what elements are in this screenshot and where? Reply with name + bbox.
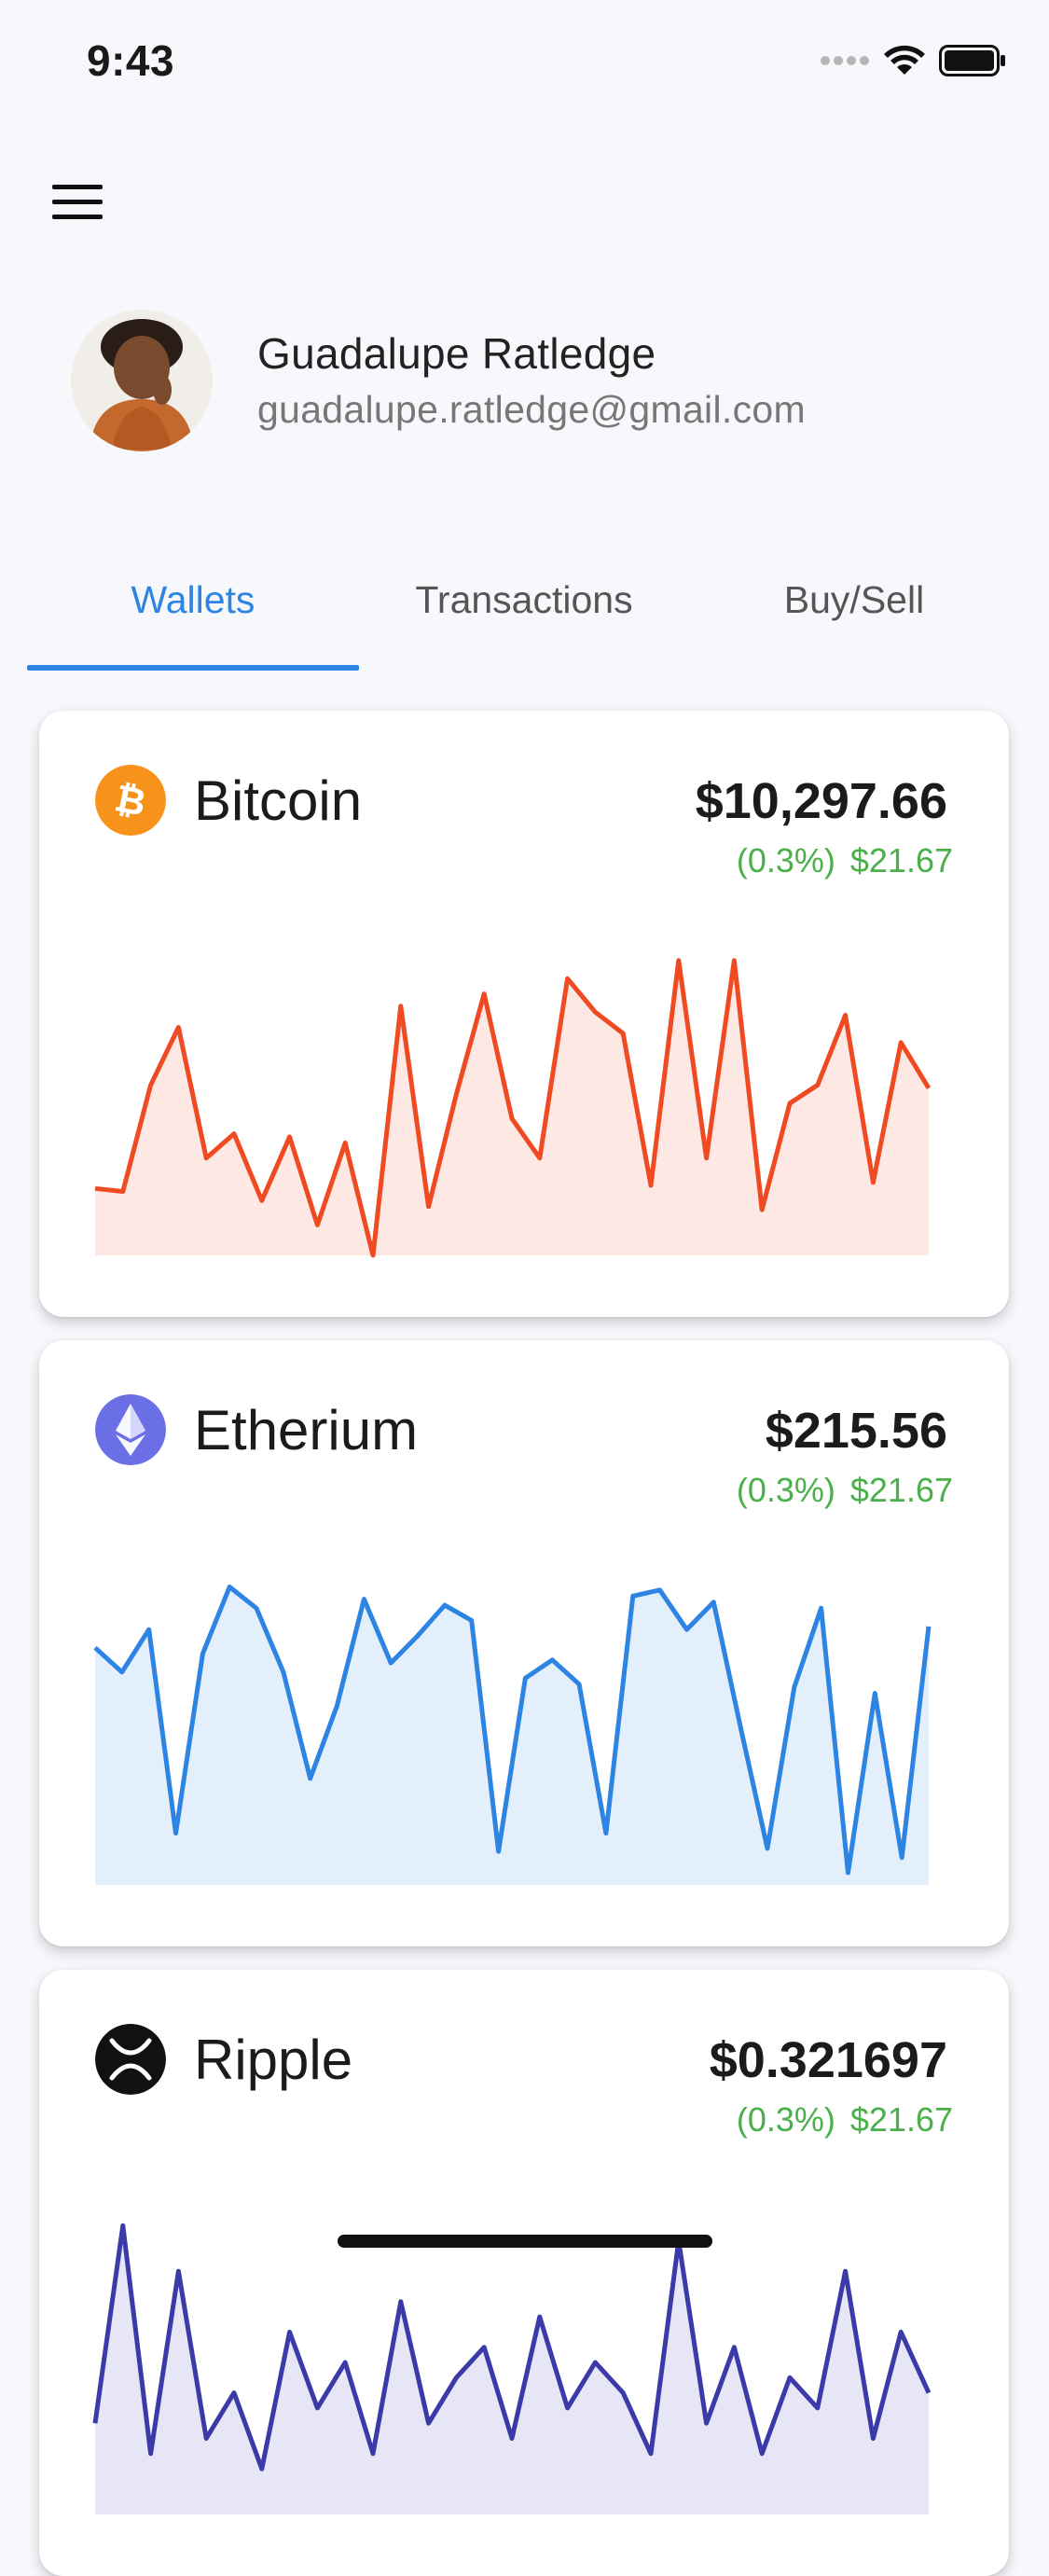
avatar[interactable] (71, 310, 213, 451)
wallet-card-ripple[interactable]: Ripple $0.321697 (0.3%) $21.67 (39, 1970, 1009, 2576)
wifi-icon (884, 45, 925, 75)
tab-bar: Wallets Transactions Buy/Sell (0, 550, 1049, 672)
price-chart (94, 958, 932, 1258)
chart-area (95, 1586, 929, 1885)
wallet-card-etherium[interactable]: Etherium $215.56 (0.3%) $21.67 (39, 1340, 1009, 1946)
tab-wallets[interactable]: Wallets (28, 578, 358, 622)
cellular-signal-icon (821, 56, 869, 65)
status-bar: 9:43 (0, 0, 1049, 123)
price-chart (92, 2223, 932, 2514)
status-icons (820, 45, 1006, 76)
battery-icon (939, 45, 1005, 76)
tab-indicator (27, 665, 359, 671)
tab-transactions[interactable]: Transactions (359, 578, 689, 622)
price-chart (93, 1585, 932, 1885)
profile-email: guadalupe.ratledge@gmail.com (257, 388, 806, 431)
home-indicator (338, 2235, 712, 2248)
wallet-card-bitcoin[interactable]: ₿ Bitcoin $10,297.66 (0.3%) $21.67 (39, 711, 1009, 1317)
tab-buy-sell[interactable]: Buy/Sell (689, 578, 1019, 622)
profile-name: Guadalupe Ratledge (257, 329, 656, 378)
status-time: 9:43 (87, 36, 175, 85)
profile-header: Guadalupe Ratledge guadalupe.ratledge@gm… (71, 310, 1003, 451)
menu-icon[interactable] (48, 179, 106, 226)
chart-area (95, 2225, 929, 2514)
